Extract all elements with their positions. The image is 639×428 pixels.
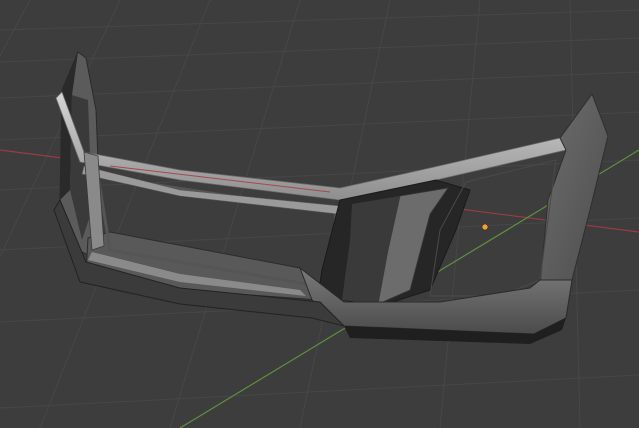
3d-viewport[interactable]	[0, 0, 639, 428]
viewport-scene[interactable]	[0, 0, 639, 428]
red-reflection	[109, 165, 331, 193]
bumper-mesh[interactable]	[53, 51, 609, 344]
right-outer-frame	[539, 92, 609, 287]
object-origin-point[interactable]	[481, 223, 489, 231]
